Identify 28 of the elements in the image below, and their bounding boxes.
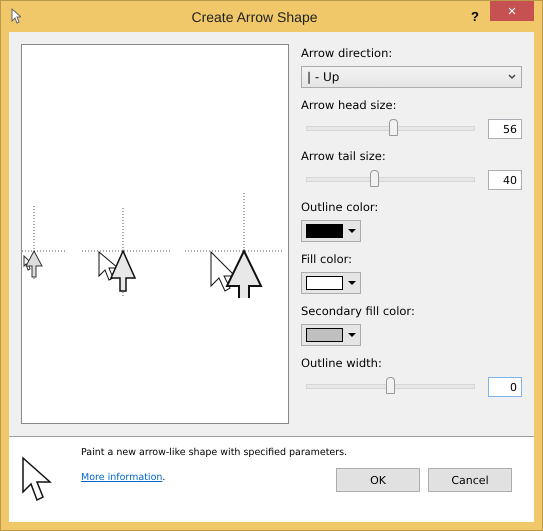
field-label: Secondary fill color: <box>301 304 416 318</box>
color-picker-button[interactable] <box>301 272 361 294</box>
field-label: Arrow head size: <box>301 98 398 112</box>
number-field[interactable]: 40 <box>488 170 522 190</box>
window-title: Create Arrow Shape <box>190 8 319 24</box>
description-text: Paint a new arrow-like shape with specified parameters. <box>81 447 348 458</box>
cursor-icon <box>21 456 53 504</box>
field-label: Fill color: <box>301 252 354 266</box>
slider-thumb[interactable] <box>370 170 380 187</box>
more-information-link[interactable]: More information <box>81 472 162 483</box>
help-button[interactable]: ? <box>460 6 490 26</box>
number-field[interactable]: 0 <box>488 376 522 396</box>
field-label: Outline color: <box>301 200 380 214</box>
period-text: . <box>162 472 166 483</box>
close-button[interactable]: × <box>490 1 534 21</box>
field-label: Arrow tail size: <box>301 149 387 163</box>
cursor-icon <box>11 8 21 24</box>
ok-button[interactable]: OK <box>336 468 420 492</box>
number-field[interactable]: 56 <box>488 118 522 138</box>
field-label: Outline width: <box>301 356 383 370</box>
direction-dropdown[interactable]: | - Up <box>301 66 522 88</box>
slider-thumb[interactable] <box>388 119 398 136</box>
color-picker-button[interactable] <box>301 324 361 346</box>
color-picker-button[interactable] <box>301 220 361 242</box>
cancel-button[interactable]: Cancel <box>428 468 512 492</box>
chevron-icon <box>508 74 516 80</box>
slider-thumb[interactable] <box>386 377 394 394</box>
field-label: Arrow direction: <box>301 46 394 60</box>
